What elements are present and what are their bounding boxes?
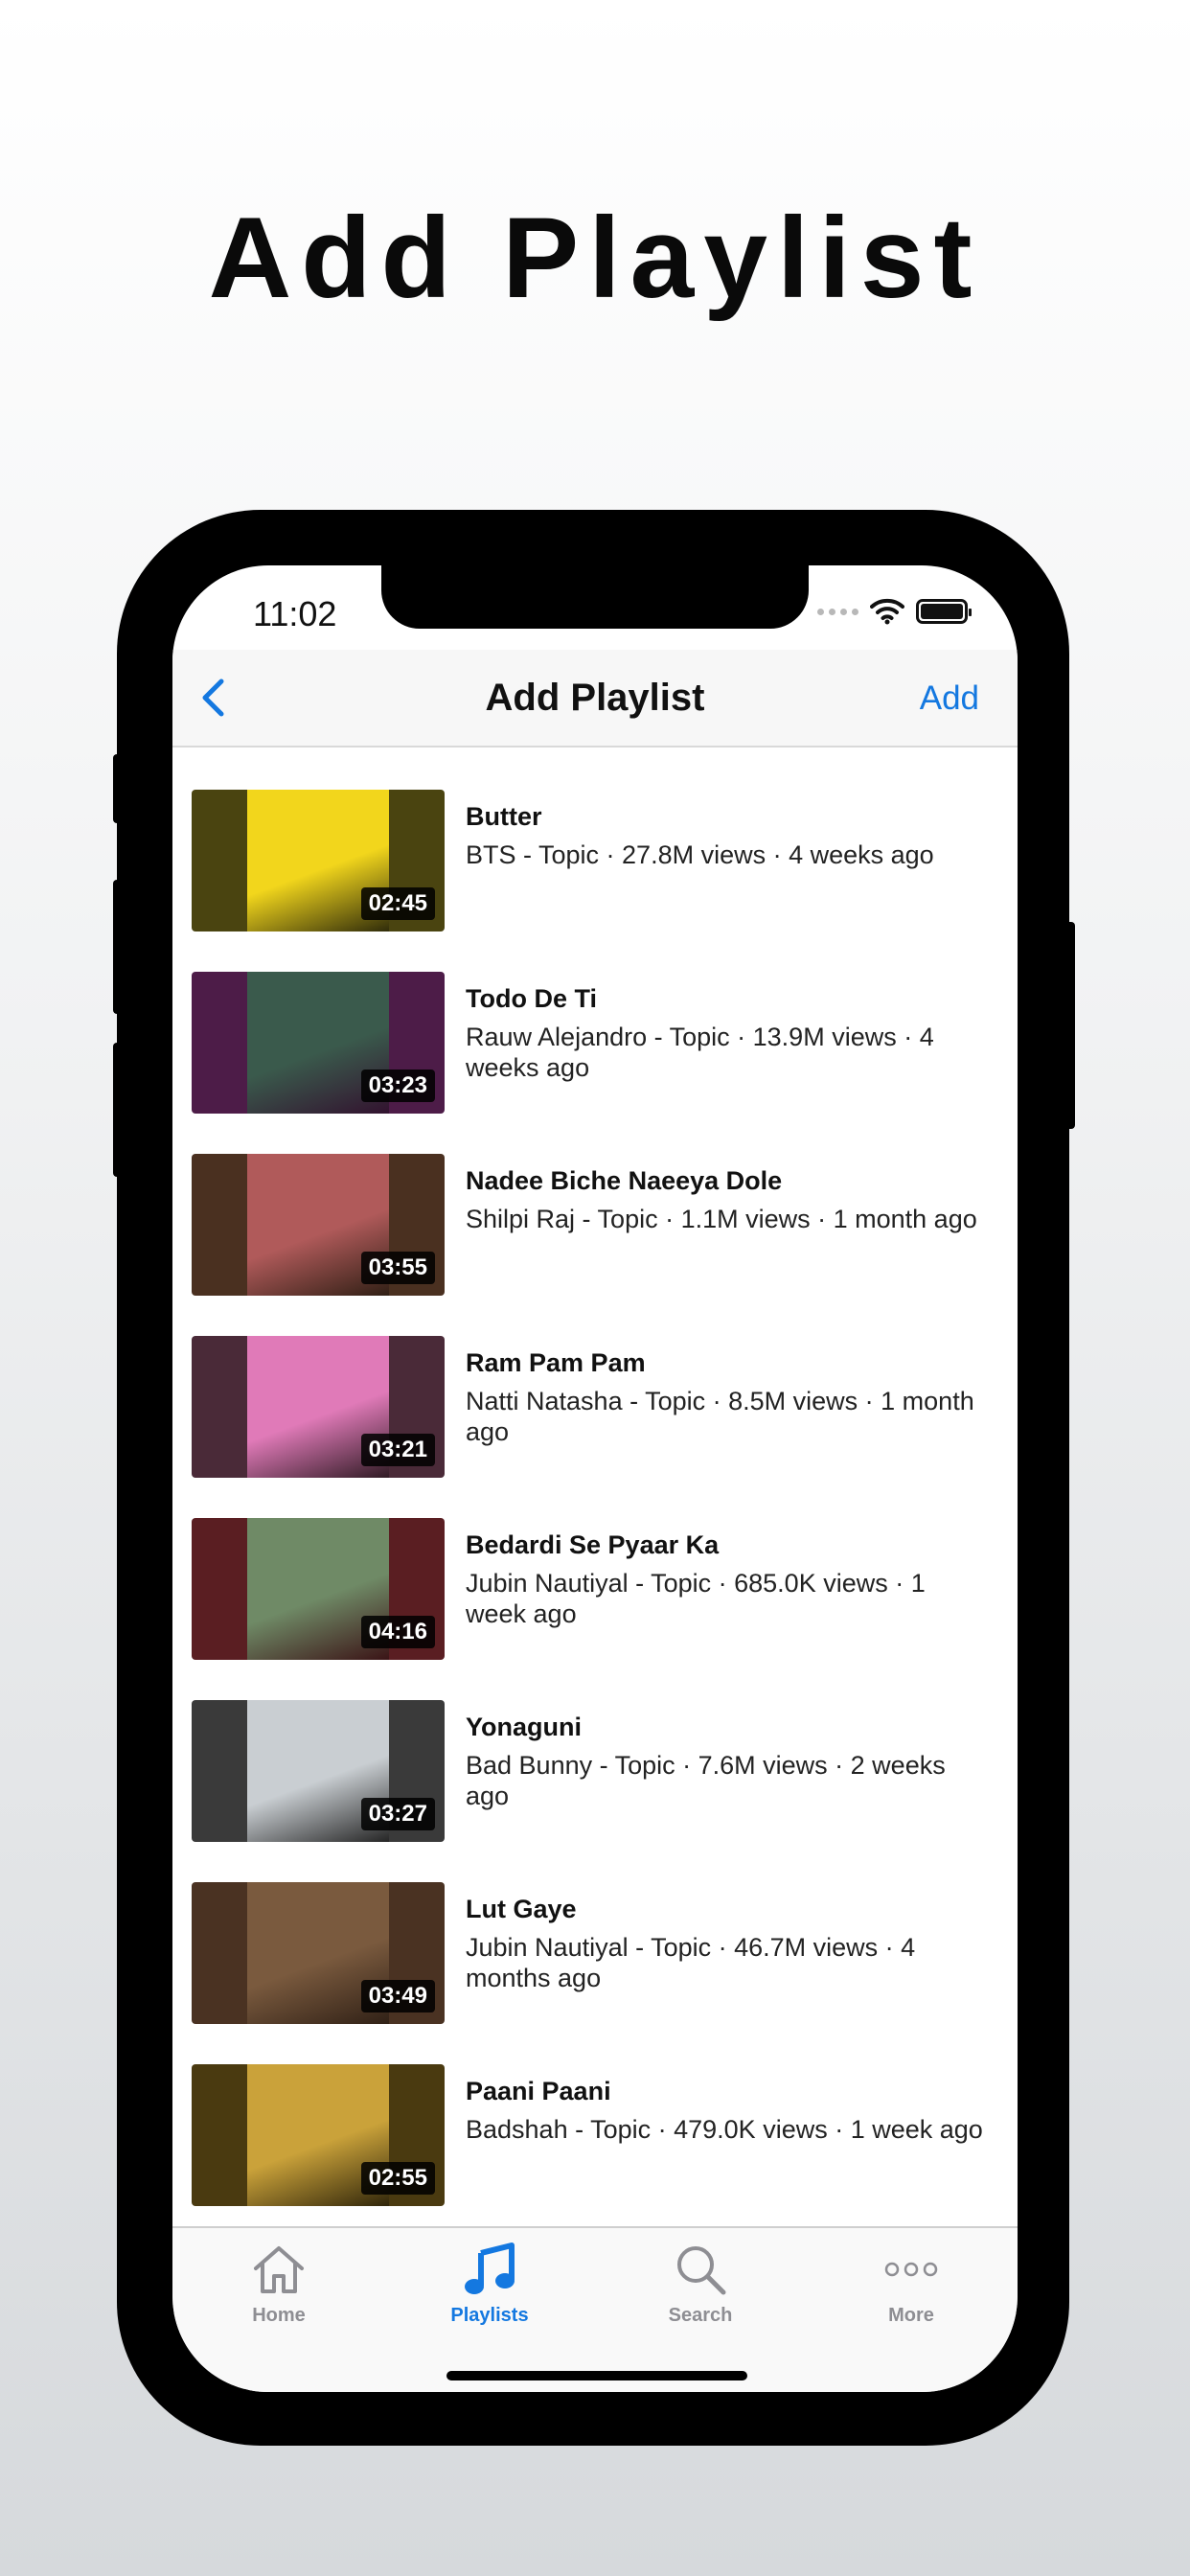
item-meta: Natti Natasha - Topic · 8.5M views · 1 m…	[466, 1387, 974, 1446]
tab-more[interactable]: More	[806, 2238, 1017, 2343]
item-meta: Jubin Nautiyal - Topic · 46.7M views · 4…	[466, 1933, 916, 1992]
item-title: Ram Pam Pam	[466, 1348, 646, 1377]
list-item[interactable]: 03:55 Nadee Biche Naeeya Dole Shilpi Raj -…	[172, 1114, 1018, 1296]
item-info: Nadee Biche Naeeya Dole Shilpi Raj - Topi…	[466, 1163, 993, 1234]
video-thumbnail: 03:21	[192, 1336, 445, 1478]
page-title: Add Playlist	[485, 677, 705, 719]
list-item[interactable]: 03:27 Yonaguni Bad Bunny - Topic · 7.6M vi…	[172, 1660, 1018, 1842]
search-icon	[673, 2238, 728, 2301]
chevron-left-icon	[202, 678, 224, 717]
list-item[interactable]: 03:23 Todo De Ti Rauw Alejandro - Topic · …	[172, 932, 1018, 1114]
item-title: Bedardi Se Pyaar Ka	[466, 1530, 720, 1559]
music-note-icon	[462, 2238, 517, 2301]
item-info: Bedardi Se Pyaar Ka Jubin Nautiyal - Topi…	[466, 1528, 993, 1629]
video-thumbnail: 04:16	[192, 1518, 445, 1660]
list-item[interactable]: 02:45 Butter BTS - Topic · 27.8M views · 4…	[172, 749, 1018, 932]
list-item[interactable]: 04:16 Bedardi Se Pyaar Ka Jubin Nautiyal -…	[172, 1478, 1018, 1660]
list-item[interactable]: 03:21 Ram Pam Pam Natti Natasha - Topic · …	[172, 1296, 1018, 1478]
navigation-bar: Add Playlist Add	[172, 650, 1018, 748]
item-meta: Jubin Nautiyal - Topic · 685.0K views · …	[466, 1569, 926, 1628]
item-title: Butter	[466, 802, 542, 831]
tab-home[interactable]: Home	[173, 2238, 384, 2343]
list-item[interactable]: 03:49 Lut Gaye Jubin Nautiyal - Topic · 46…	[172, 1842, 1018, 2024]
item-title: Todo De Ti	[466, 984, 597, 1013]
item-meta: Bad Bunny - Topic · 7.6M views · 2 weeks…	[466, 1751, 946, 1810]
phone-screen: 11:02 Add Playlist Add 02:45 Butter BTS - …	[172, 565, 1018, 2392]
tab-bar: Home Playlists Search More	[172, 2226, 1018, 2392]
tab-label: Search	[668, 2305, 733, 2326]
item-info: Yonaguni Bad Bunny - Topic · 7.6M views ·…	[466, 1710, 993, 1811]
signal-dots-icon	[817, 608, 858, 615]
item-title: Lut Gaye	[466, 1895, 577, 1923]
duration-badge: 03:21	[360, 1434, 435, 1466]
duration-badge: 03:55	[360, 1252, 435, 1284]
item-title: Paani Paani	[466, 2077, 611, 2105]
duration-badge: 02:45	[360, 887, 435, 920]
video-thumbnail: 03:27	[192, 1700, 445, 1842]
add-button[interactable]: Add	[920, 673, 979, 724]
duration-badge: 04:16	[360, 1616, 435, 1648]
status-indicators	[817, 598, 972, 625]
item-meta: Rauw Alejandro - Topic · 13.9M views · 4…	[466, 1023, 934, 1082]
notch	[381, 565, 809, 629]
home-indicator	[446, 2371, 747, 2380]
status-time: 11:02	[253, 594, 337, 633]
item-info: Todo De Ti Rauw Alejandro - Topic · 13.9M…	[466, 981, 993, 1083]
more-icon	[883, 2238, 939, 2301]
video-thumbnail: 03:49	[192, 1882, 445, 2024]
video-thumbnail: 03:55	[192, 1154, 445, 1296]
list-item[interactable]: 02:55 Paani Paani Badshah - Topic · 479.0K…	[172, 2024, 1018, 2206]
playlist-list: 02:45 Butter BTS - Topic · 27.8M views · 4…	[172, 749, 1018, 2207]
back-button[interactable]	[194, 671, 232, 724]
tab-label: Playlists	[450, 2305, 529, 2326]
item-meta: BTS - Topic · 27.8M views · 4 weeks ago	[466, 840, 934, 869]
item-info: Lut Gaye Jubin Nautiyal - Topic · 46.7M v…	[466, 1892, 993, 1993]
duration-badge: 03:27	[360, 1798, 435, 1830]
item-meta: Shilpi Raj - Topic · 1.1M views · 1 mont…	[466, 1205, 977, 1233]
item-title: Yonaguni	[466, 1713, 582, 1741]
video-thumbnail: 02:55	[192, 2064, 445, 2206]
item-info: Ram Pam Pam Natti Natasha - Topic · 8.5M …	[466, 1346, 993, 1447]
tab-playlists[interactable]: Playlists	[384, 2238, 595, 2343]
item-info: Butter BTS - Topic · 27.8M views · 4 week…	[466, 799, 993, 870]
tab-search[interactable]: Search	[595, 2238, 806, 2343]
video-thumbnail: 02:45	[192, 790, 445, 932]
item-title: Nadee Biche Naeeya Dole	[466, 1166, 783, 1195]
video-thumbnail: 03:23	[192, 972, 445, 1114]
item-info: Paani Paani Badshah - Topic · 479.0K view…	[466, 2074, 993, 2145]
item-meta: Badshah - Topic · 479.0K views · 1 week …	[466, 2115, 983, 2144]
home-icon	[251, 2238, 307, 2301]
battery-icon	[916, 599, 972, 624]
wifi-icon	[870, 598, 904, 625]
tab-label: Home	[252, 2305, 306, 2326]
tab-label: More	[888, 2305, 934, 2326]
duration-badge: 02:55	[360, 2162, 435, 2195]
promo-title: Add Playlist	[208, 194, 982, 322]
duration-badge: 03:49	[360, 1980, 435, 2012]
duration-badge: 03:23	[360, 1070, 435, 1102]
